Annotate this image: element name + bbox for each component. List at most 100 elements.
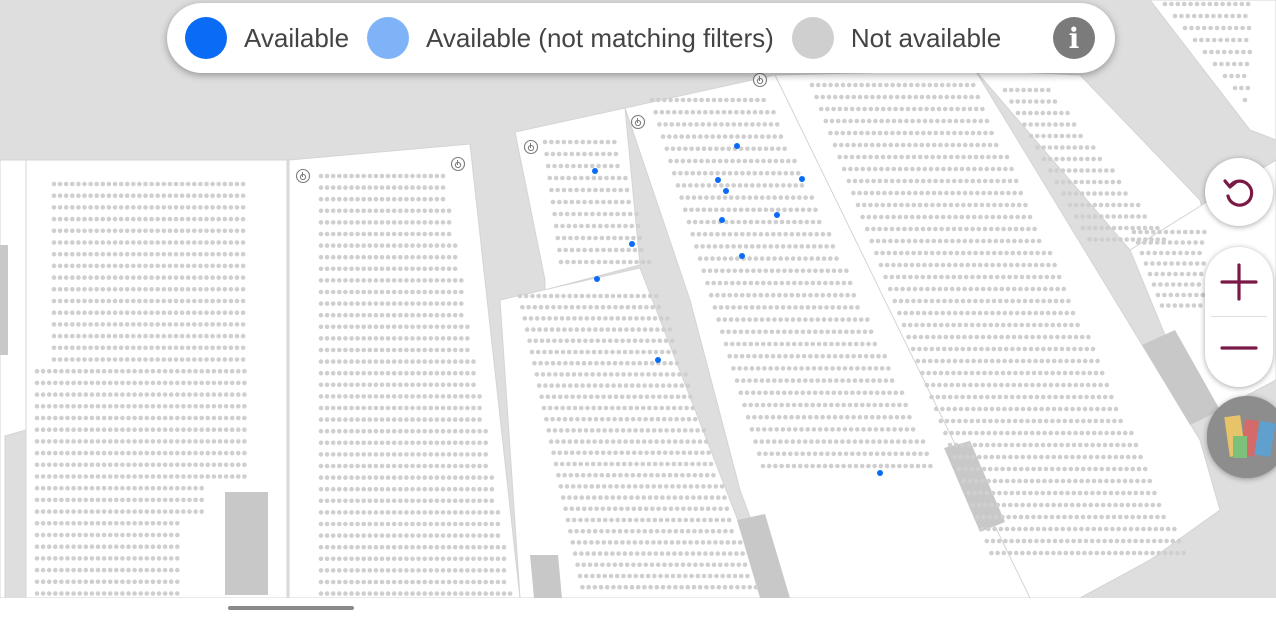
seat[interactable] bbox=[943, 334, 949, 340]
seat[interactable] bbox=[873, 366, 879, 371]
seat[interactable] bbox=[422, 556, 428, 562]
seat[interactable] bbox=[750, 122, 755, 127]
seat[interactable] bbox=[764, 170, 770, 176]
seat[interactable] bbox=[717, 280, 723, 286]
seat[interactable] bbox=[1076, 454, 1081, 460]
seat[interactable] bbox=[1008, 262, 1014, 268]
seat[interactable] bbox=[1067, 430, 1072, 436]
seat[interactable] bbox=[137, 263, 142, 269]
seat[interactable] bbox=[703, 551, 708, 556]
seat[interactable] bbox=[143, 181, 148, 187]
seat[interactable] bbox=[124, 275, 130, 280]
seat[interactable] bbox=[988, 226, 994, 232]
seat[interactable] bbox=[40, 404, 46, 409]
seat[interactable] bbox=[660, 584, 666, 590]
seat[interactable] bbox=[770, 353, 776, 359]
seat[interactable] bbox=[398, 486, 403, 492]
seat[interactable] bbox=[613, 247, 619, 253]
seat[interactable] bbox=[756, 244, 761, 249]
seat[interactable] bbox=[569, 247, 575, 253]
seat[interactable] bbox=[763, 146, 769, 152]
seat[interactable] bbox=[694, 540, 700, 545]
seat[interactable] bbox=[65, 579, 70, 585]
seat[interactable] bbox=[367, 475, 373, 480]
seat[interactable] bbox=[489, 486, 495, 492]
seat[interactable] bbox=[761, 219, 766, 225]
seat[interactable] bbox=[785, 402, 791, 408]
seat[interactable] bbox=[404, 254, 409, 260]
seat[interactable] bbox=[59, 474, 64, 479]
seat[interactable] bbox=[101, 427, 107, 433]
seat[interactable] bbox=[94, 287, 99, 292]
seat[interactable] bbox=[95, 509, 101, 514]
seat[interactable] bbox=[126, 439, 131, 444]
seat[interactable] bbox=[1047, 250, 1053, 256]
seat[interactable] bbox=[211, 450, 217, 456]
seat[interactable] bbox=[228, 287, 234, 292]
seat[interactable] bbox=[59, 509, 64, 514]
seat[interactable] bbox=[57, 205, 63, 210]
seat[interactable] bbox=[452, 521, 458, 527]
seat[interactable] bbox=[404, 208, 409, 214]
seat[interactable] bbox=[385, 475, 391, 480]
seat[interactable] bbox=[898, 298, 904, 304]
seat[interactable] bbox=[900, 190, 906, 196]
seat[interactable] bbox=[738, 207, 744, 213]
seat[interactable] bbox=[644, 394, 650, 400]
seat[interactable] bbox=[940, 214, 946, 220]
seat[interactable] bbox=[1103, 526, 1109, 532]
seat[interactable] bbox=[40, 591, 46, 596]
seat[interactable] bbox=[1159, 526, 1165, 532]
seat[interactable] bbox=[1085, 168, 1090, 173]
seat[interactable] bbox=[367, 463, 373, 469]
seat[interactable] bbox=[715, 551, 721, 556]
seat[interactable] bbox=[834, 130, 839, 136]
seat[interactable] bbox=[71, 415, 76, 421]
seat[interactable] bbox=[337, 173, 342, 179]
seat[interactable] bbox=[690, 461, 695, 467]
seat[interactable] bbox=[579, 293, 585, 299]
seat[interactable] bbox=[40, 509, 46, 514]
seat[interactable] bbox=[764, 231, 770, 237]
seat[interactable] bbox=[446, 370, 452, 376]
seat[interactable] bbox=[440, 278, 446, 283]
seat[interactable] bbox=[924, 106, 929, 112]
seat[interactable] bbox=[1059, 133, 1065, 139]
seat[interactable] bbox=[583, 338, 588, 344]
seat[interactable] bbox=[1022, 122, 1027, 127]
seat[interactable] bbox=[821, 256, 827, 261]
seat[interactable] bbox=[1034, 490, 1039, 496]
seat[interactable] bbox=[343, 324, 348, 330]
seat[interactable] bbox=[1065, 490, 1070, 496]
seat[interactable] bbox=[120, 591, 125, 596]
seat[interactable] bbox=[349, 417, 354, 422]
seat[interactable] bbox=[1012, 466, 1018, 472]
seat[interactable] bbox=[185, 263, 191, 269]
seat[interactable] bbox=[824, 366, 829, 371]
seat[interactable] bbox=[952, 358, 958, 364]
seat[interactable] bbox=[528, 316, 534, 321]
seat[interactable] bbox=[780, 305, 786, 310]
seat[interactable] bbox=[856, 106, 861, 112]
seat[interactable] bbox=[1144, 502, 1149, 508]
seat[interactable] bbox=[723, 528, 728, 534]
seat[interactable] bbox=[782, 329, 787, 335]
seat[interactable] bbox=[83, 462, 89, 468]
seat[interactable] bbox=[434, 405, 440, 411]
seat[interactable] bbox=[337, 486, 342, 492]
seat[interactable] bbox=[167, 251, 173, 257]
seat[interactable] bbox=[690, 405, 696, 411]
seat[interactable] bbox=[529, 349, 535, 355]
seat[interactable] bbox=[483, 486, 489, 492]
seat[interactable] bbox=[324, 568, 330, 573]
seat[interactable] bbox=[923, 298, 929, 304]
seat[interactable] bbox=[773, 158, 779, 164]
seat[interactable] bbox=[733, 292, 739, 298]
seat[interactable] bbox=[1074, 466, 1080, 472]
seat[interactable] bbox=[477, 475, 482, 480]
seat[interactable] bbox=[379, 382, 385, 388]
seat[interactable] bbox=[881, 451, 886, 457]
seat[interactable] bbox=[385, 266, 391, 272]
seat[interactable] bbox=[118, 333, 124, 339]
seat[interactable] bbox=[434, 463, 440, 469]
